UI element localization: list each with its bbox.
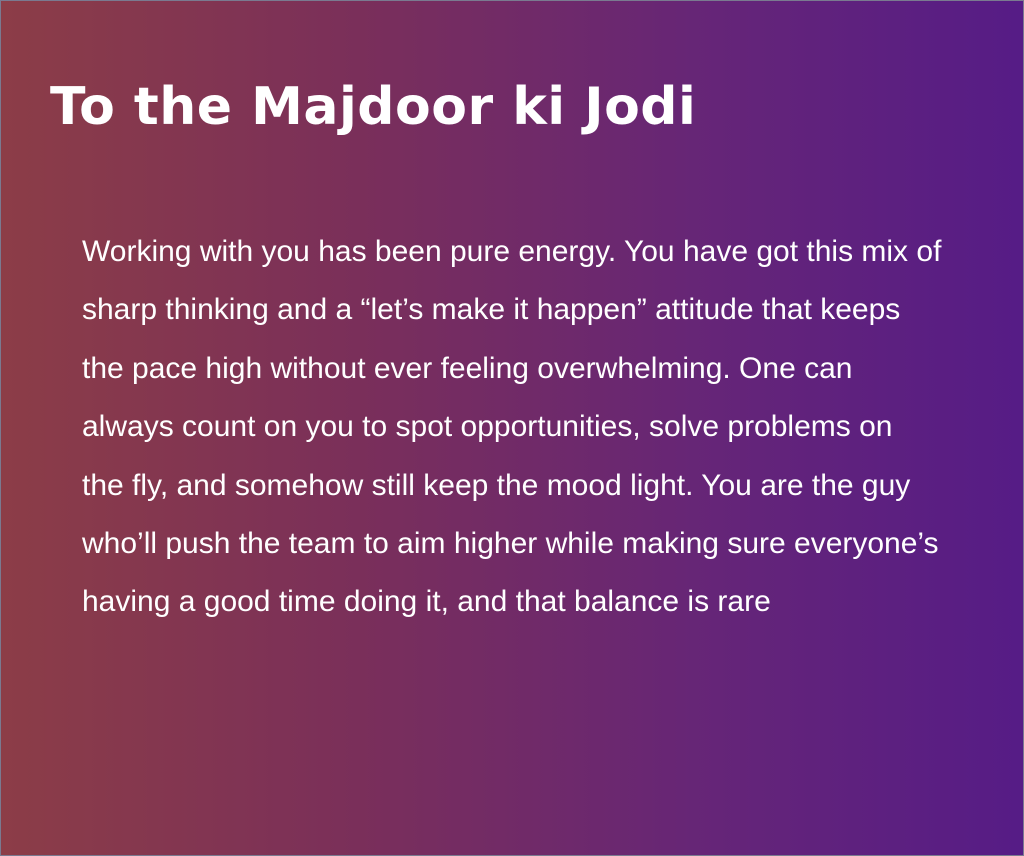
tribute-card: To the Majdoor ki Jodi Working with you … xyxy=(0,0,1024,856)
card-title: To the Majdoor ki Jodi xyxy=(50,77,697,137)
card-message: Working with you has been pure energy. Y… xyxy=(82,235,942,619)
